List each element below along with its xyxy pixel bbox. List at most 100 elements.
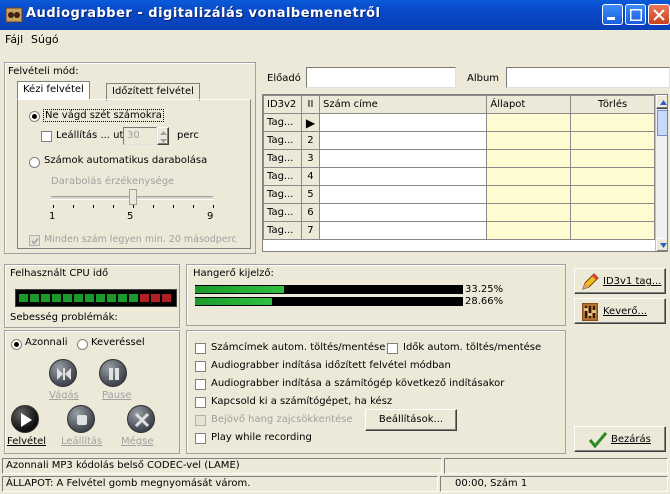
menu-file[interactable]: Fájl [5,33,23,46]
stop-button[interactable] [67,405,95,433]
min-length-checkbox[interactable] [29,235,40,246]
cut-button[interactable] [49,359,77,387]
close-button[interactable]: Bezárás [574,426,666,452]
auto-split-label: Számok automatikus darabolása [44,155,208,166]
record-caption: Felvétel [7,436,47,447]
delete-cell[interactable] [570,131,655,150]
title-cell[interactable] [318,203,488,222]
tag-button[interactable]: Tag... [263,203,302,222]
status-cell [486,203,572,222]
scroll-down-button[interactable] [656,238,667,251]
cpu-label: Felhasznált CPU idő [10,268,109,279]
pause-button[interactable] [99,359,127,387]
slider-tick-mark [93,205,94,208]
slider-tick-max: 9 [207,211,214,222]
tag-button[interactable]: Tag... [263,113,302,132]
title-cell[interactable] [318,167,488,186]
noise-reduction-checkbox[interactable] [195,415,206,426]
column-title[interactable]: Szám címe [318,95,488,114]
volume-meter-group: Hangerő kijelző: 33.25% 28.66% [186,264,566,326]
delete-cell[interactable] [570,113,655,132]
table-row[interactable]: Tag... 6 [263,203,655,222]
immediate-radio[interactable] [11,339,22,350]
settings-button[interactable]: Beállítások... [365,409,457,431]
close-icon [653,9,665,21]
slider-tick-mark [113,205,114,208]
tag-button[interactable]: Tag... [263,149,302,168]
delete-cell[interactable] [570,167,655,186]
tag-button[interactable]: Tag... [263,221,302,240]
volume-meter-right [195,297,463,306]
auto-split-radio[interactable] [29,157,40,168]
volume-left-percent: 33.25% [465,284,504,295]
title-cell[interactable] [318,185,488,204]
artist-input[interactable] [306,67,456,88]
title-cell[interactable] [318,149,488,168]
sensitivity-slider-thumb[interactable] [129,189,137,205]
spinner-arrows-icon [160,131,167,143]
album-input[interactable] [506,67,670,88]
track-number: 6 [300,203,320,222]
title-cell[interactable] [318,113,488,132]
track-number: 3 [300,149,320,168]
table-row[interactable]: Tag... ▶ [263,113,655,132]
column-id3v2[interactable]: ID3v2 [263,95,302,114]
cpu-meter-segment [85,294,94,302]
start-on-boot-checkbox[interactable] [195,379,206,390]
column-status[interactable]: Állapot [486,95,572,114]
table-row[interactable]: Tag... 7 [263,221,655,240]
stop-after-checkbox[interactable] [41,131,52,142]
start-timed-checkbox[interactable] [195,361,206,372]
delete-cell[interactable] [570,203,655,222]
cpu-meter-segment [74,294,83,302]
state-status: ÁLLAPOT: A Felvétel gomb megnyomását vár… [2,476,438,492]
table-scrollbar[interactable] [655,95,667,251]
shutdown-checkbox[interactable] [195,397,206,408]
mix-radio[interactable] [77,339,88,350]
delete-cell[interactable] [570,185,655,204]
menu-bar: Fájl Súgó [0,30,670,50]
column-track-number[interactable]: II [300,95,320,114]
auto-save-titles-checkbox[interactable] [195,343,206,354]
slider-tick-mark [133,205,134,208]
tag-button[interactable]: Tag... [263,185,302,204]
cpu-meter-segment [96,294,105,302]
column-delete[interactable]: Törlés [570,95,655,114]
app-icon [5,7,23,23]
abort-button[interactable] [127,405,155,433]
scroll-thumb[interactable] [657,110,667,136]
scroll-up-button[interactable] [656,95,667,109]
play-icon [21,413,32,427]
title-cell[interactable] [318,131,488,150]
maximize-button[interactable] [625,4,646,25]
no-split-radio[interactable] [29,111,40,122]
title-bar[interactable]: Audiograbber - digitalizálás vonalbemene… [0,0,670,30]
auto-save-times-checkbox[interactable] [387,343,398,354]
mixer-button[interactable]: Keverő... [574,298,666,324]
delete-cell[interactable] [570,149,655,168]
title-cell[interactable] [318,221,488,240]
minimize-button[interactable] [602,4,623,25]
tag-button[interactable]: Tag... [263,167,302,186]
table-row[interactable]: Tag... 3 [263,149,655,168]
tag-button[interactable]: Tag... [263,131,302,150]
close-window-button[interactable] [648,4,670,25]
menu-help[interactable]: Súgó [31,33,59,46]
chevron-down-icon [660,243,667,248]
table-row[interactable]: Tag... 5 [263,185,655,204]
stop-after-minutes-field[interactable]: 30 [123,127,157,145]
cpu-meter [15,289,177,307]
table-row[interactable]: Tag... 2 [263,131,655,150]
cut-icon [57,368,71,380]
table-row[interactable]: Tag... 4 [263,167,655,186]
cut-caption: Vágás [49,390,79,401]
status-cell [486,131,572,150]
tab-manual-recording[interactable]: Kézi felvétel [17,81,90,99]
minutes-label: perc [177,130,199,141]
volume-right-percent: 28.66% [465,296,504,307]
play-while-recording-checkbox[interactable] [195,433,206,444]
minutes-spinner[interactable] [157,127,169,145]
id3v1-tag-button[interactable]: ID3v1 tag... [574,268,666,294]
delete-cell[interactable] [570,221,655,240]
record-button[interactable] [11,405,39,433]
